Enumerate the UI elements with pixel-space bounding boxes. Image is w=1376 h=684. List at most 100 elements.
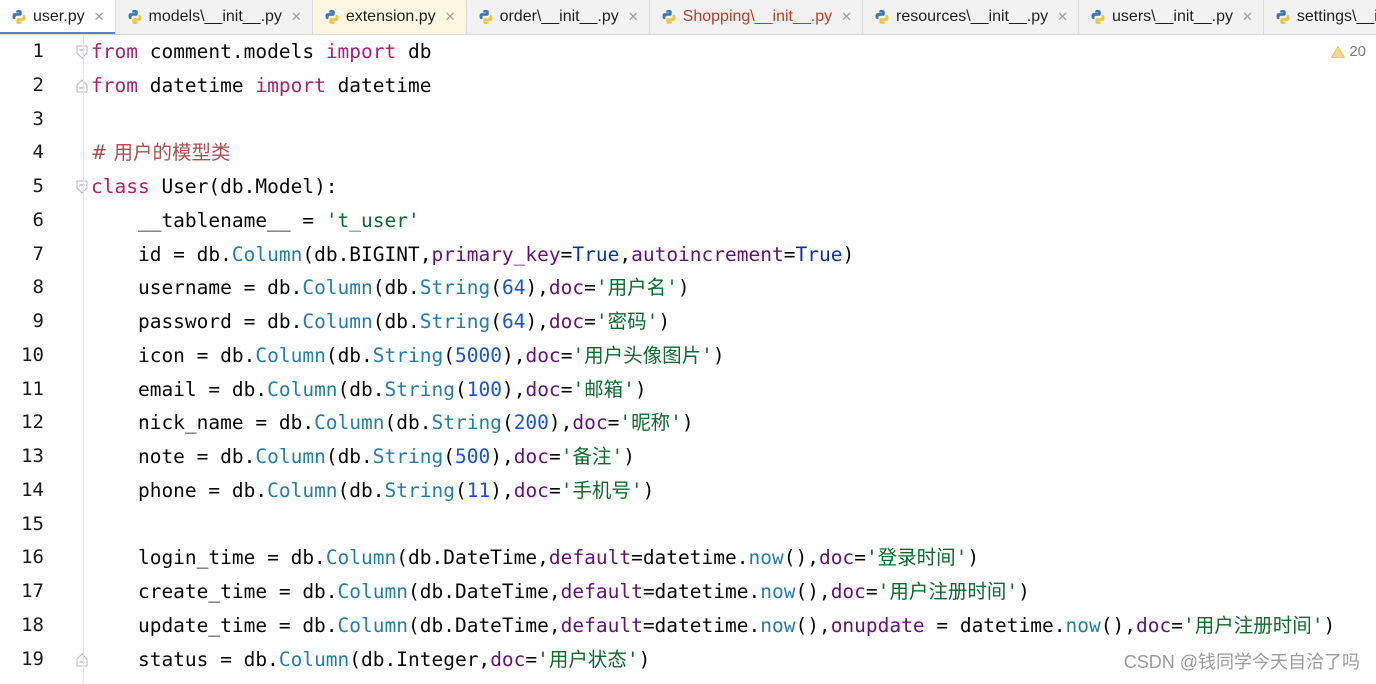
code-line[interactable]: # 用户的模型类	[91, 136, 1335, 170]
inspection-widget[interactable]: 20	[1331, 43, 1366, 60]
close-icon[interactable]: ✕	[445, 11, 456, 24]
code-token: =datetime.	[642, 613, 761, 637]
code-token: doc	[572, 411, 608, 435]
code-line[interactable]: phone = db.Column(db.String(11),doc='手机号…	[91, 474, 1335, 508]
code-token: )	[677, 276, 690, 300]
code-token: '用户注册时间'	[877, 580, 1019, 603]
code-token: ),	[525, 276, 549, 300]
code-token: (db.	[384, 411, 432, 435]
code-token: now	[748, 546, 784, 570]
tab-6[interactable]: users\__init__.py ✕	[1079, 0, 1264, 34]
close-icon[interactable]: ✕	[1242, 11, 1253, 24]
code-token: datetime	[325, 73, 432, 97]
code-token: 5000	[455, 343, 502, 367]
tab-1[interactable]: models\__init__.py ✕	[116, 0, 313, 34]
warning-count: 20	[1349, 43, 1366, 60]
code-line[interactable]: from comment.models import db	[91, 35, 1335, 69]
code-token: (	[443, 445, 455, 468]
code-line[interactable]: username = db.Column(db.String(64),doc='…	[91, 271, 1335, 305]
code-line[interactable]: id = db.Column(db.BIGINT,primary_key=Tru…	[91, 238, 1335, 272]
code-token: (db.DateTime,	[396, 546, 549, 570]
code-token: doc	[525, 377, 561, 401]
code-line[interactable]: update_time = db.Column(db.DateTime,defa…	[91, 609, 1335, 643]
code-line[interactable]: class User(db.Model):	[91, 170, 1335, 204]
code-token: import	[255, 73, 326, 97]
code-token: '用户注册时间'	[1182, 613, 1324, 637]
close-icon[interactable]: ✕	[291, 11, 302, 24]
line-number: 6	[32, 208, 44, 231]
code-token: (	[454, 377, 467, 401]
tab-4[interactable]: Shopping\__init__.py ✕	[650, 0, 864, 34]
tab-5[interactable]: resources\__init__.py ✕	[863, 0, 1080, 34]
code-token: ),	[490, 478, 514, 502]
code-line[interactable]: from datetime import datetime	[91, 69, 1335, 103]
code-token: (	[443, 343, 455, 367]
tab-label: user.py	[33, 8, 85, 25]
code-token: String	[419, 310, 491, 333]
code-line[interactable]: login_time = db.Column(db.DateTime,defau…	[91, 541, 1335, 575]
code-token: '昵称'	[619, 411, 682, 435]
code-token: =	[584, 276, 596, 300]
code-token: =	[548, 445, 561, 468]
code-editor[interactable]: 1 2 3 4 5 6 7 8 9 10 11 12 13 14 15 16 17 18 19 from comme…	[0, 35, 1376, 684]
code-token: doc	[490, 647, 526, 671]
code-token: Column	[278, 647, 350, 671]
code-token: ),	[548, 411, 573, 435]
line-number: 3	[32, 107, 44, 130]
code-token: True	[795, 242, 843, 266]
tab-7[interactable]: settings\__in	[1264, 0, 1376, 34]
fold-marker-icon[interactable]	[74, 44, 90, 60]
line-number: 19	[21, 647, 44, 670]
code-token: '密码'	[595, 310, 659, 333]
line-number: 4	[32, 141, 44, 164]
code-token: Column	[267, 478, 338, 502]
fold-marker-icon[interactable]	[74, 652, 90, 668]
code-area[interactable]: from comment.models import db from dateti…	[91, 35, 1335, 676]
code-token: doc	[525, 343, 561, 367]
close-icon[interactable]: ✕	[94, 11, 105, 24]
code-token: (	[490, 276, 502, 300]
code-token: login_time = db.	[91, 546, 326, 570]
code-token: Column	[325, 546, 397, 570]
code-line[interactable]	[91, 103, 1335, 137]
code-line[interactable]: nick_name = db.Column(db.String(200),doc…	[91, 406, 1335, 440]
tab-3[interactable]: order\__init__.py ✕	[467, 0, 650, 34]
fold-marker-icon[interactable]	[74, 179, 90, 195]
code-line[interactable]: create_time = db.Column(db.DateTime,defa…	[91, 575, 1335, 609]
tab-2[interactable]: extension.py ✕	[312, 0, 467, 34]
line-number: 17	[21, 580, 44, 602]
watermark: CSDN @钱同学今天自洽了吗	[1123, 652, 1360, 672]
close-icon[interactable]: ✕	[628, 11, 639, 24]
code-token: 64	[501, 276, 526, 300]
code-token: 11	[466, 478, 491, 502]
code-line[interactable]: password = db.Column(db.String(64),doc='…	[91, 305, 1335, 339]
code-token: )	[1323, 613, 1336, 637]
python-file-icon	[12, 10, 26, 24]
code-token: create_time = db.	[91, 580, 338, 603]
code-token: =	[548, 478, 561, 502]
fold-marker-icon[interactable]	[74, 78, 90, 94]
code-line[interactable]: __tablename__ = 't_user'	[91, 204, 1335, 238]
code-line[interactable]: icon = db.Column(db.String(5000),doc='用户…	[91, 339, 1335, 373]
code-token: (),	[795, 580, 831, 603]
code-token: icon = db.	[91, 343, 256, 367]
code-token: )	[634, 377, 647, 401]
code-token: Column	[302, 276, 373, 300]
code-line[interactable]: email = db.Column(db.String(100),doc='邮箱…	[91, 373, 1335, 407]
code-line[interactable]: note = db.Column(db.String(500),doc='备注'…	[91, 440, 1335, 474]
tab-0[interactable]: user.py ✕	[0, 0, 116, 34]
code-token: String	[384, 377, 455, 401]
line-number: 1	[32, 40, 44, 62]
code-token: Column	[231, 242, 303, 266]
code-token: String	[372, 445, 444, 468]
python-file-icon	[662, 10, 676, 24]
code-token: =	[854, 546, 866, 570]
tab-label: Shopping\__init__.py	[682, 8, 833, 25]
code-token: =	[525, 647, 538, 671]
code-token: autoincrement	[631, 242, 784, 266]
code-line[interactable]	[91, 508, 1335, 542]
close-icon[interactable]: ✕	[841, 11, 852, 24]
close-icon[interactable]: ✕	[1057, 11, 1068, 24]
line-number: 8	[32, 276, 44, 299]
code-token: )	[642, 478, 655, 502]
